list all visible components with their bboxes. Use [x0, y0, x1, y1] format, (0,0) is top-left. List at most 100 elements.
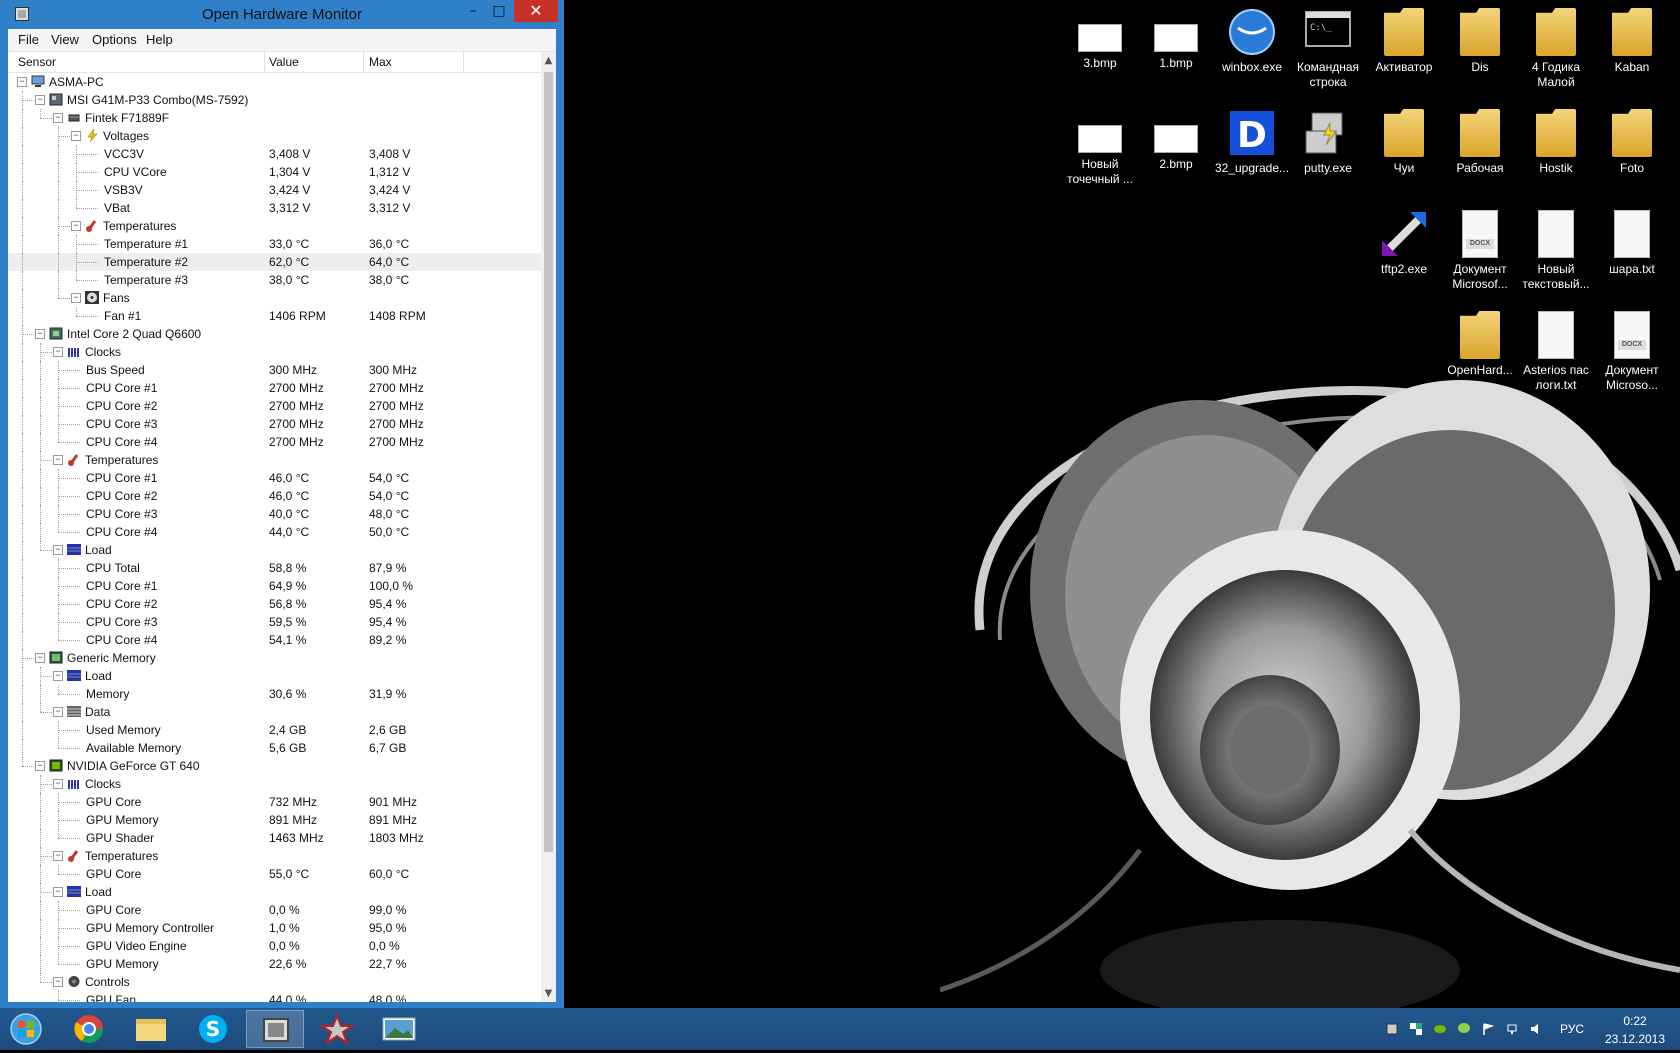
tree-node[interactable]: − Temperatures — [8, 451, 541, 469]
close-button[interactable]: ✕ — [514, 0, 558, 22]
column-sensor[interactable]: Sensor — [18, 55, 56, 69]
collapse-toggle-icon[interactable]: − — [53, 851, 63, 861]
column-value[interactable]: Value — [269, 55, 299, 69]
column-divider[interactable] — [463, 52, 464, 72]
sensor-row[interactable]: CPU Core #2 46,0 °C 54,0 °C — [8, 487, 541, 505]
sensor-row[interactable]: GPU Memory Controller 1,0 % 95,0 % — [8, 919, 541, 937]
volume-tray-icon[interactable] — [1530, 1023, 1542, 1035]
sensor-row[interactable]: Fan #1 1406 RPM 1408 RPM — [8, 307, 541, 325]
sensor-row[interactable]: CPU Core #1 46,0 °C 54,0 °C — [8, 469, 541, 487]
desktop-icon[interactable]: DOCX Документ Microsof... — [1442, 210, 1518, 292]
sensor-row[interactable]: Used Memory 2,4 GB 2,6 GB — [8, 721, 541, 739]
sensor-row[interactable]: GPU Video Engine 0,0 % 0,0 % — [8, 937, 541, 955]
collapse-toggle-icon[interactable]: − — [35, 653, 45, 663]
tree-node[interactable]: − Generic Memory — [8, 649, 541, 667]
desktop-icon[interactable]: Foto — [1594, 109, 1670, 176]
sensor-row[interactable]: Available Memory 5,6 GB 6,7 GB — [8, 739, 541, 757]
title-bar[interactable]: Open Hardware Monitor – □ ✕ — [0, 0, 564, 28]
collapse-toggle-icon[interactable]: − — [35, 329, 45, 339]
collapse-toggle-icon[interactable]: − — [53, 113, 63, 123]
sensor-row[interactable]: GPU Shader 1463 MHz 1803 MHz — [8, 829, 541, 847]
desktop-icon[interactable]: OpenHard... — [1442, 311, 1518, 378]
action-center-flag-icon[interactable] — [1482, 1023, 1494, 1035]
desktop-icon[interactable]: Чуи — [1366, 109, 1442, 176]
tree-node[interactable]: − MSI G41M-P33 Combo(MS-7592) — [8, 91, 541, 109]
collapse-toggle-icon[interactable]: − — [53, 707, 63, 717]
sensor-row[interactable]: GPU Memory 891 MHz 891 MHz — [8, 811, 541, 829]
sensor-row[interactable]: Temperature #1 33,0 °C 36,0 °C — [8, 235, 541, 253]
collapse-toggle-icon[interactable]: − — [53, 887, 63, 897]
desktop-icon[interactable]: D 32_upgrade... — [1214, 109, 1290, 176]
vertical-scrollbar[interactable]: ▲ ▼ — [541, 52, 556, 1002]
sensor-row[interactable]: Temperature #2 62,0 °C 64,0 °C — [8, 253, 541, 271]
collapse-toggle-icon[interactable]: − — [53, 977, 63, 987]
tree-node[interactable]: − Load — [8, 667, 541, 685]
desktop-icon[interactable]: 2.bmp — [1138, 109, 1214, 172]
collapse-toggle-icon[interactable]: − — [53, 779, 63, 789]
desktop-icon[interactable]: Dis — [1442, 8, 1518, 75]
clock-date[interactable]: 23.12.2013 — [1595, 1032, 1675, 1046]
tree-node[interactable]: − Temperatures — [8, 217, 541, 235]
sensor-row[interactable]: CPU Core #3 2700 MHz 2700 MHz — [8, 415, 541, 433]
chrome-taskbar-button[interactable] — [60, 1010, 118, 1048]
tree-node[interactable]: − Fans — [8, 289, 541, 307]
scroll-down-arrow-icon[interactable]: ▼ — [541, 985, 556, 1002]
sensor-row[interactable]: CPU Core #4 44,0 °C 50,0 °C — [8, 523, 541, 541]
tree-node[interactable]: − Fintek F71889F — [8, 109, 541, 127]
chat-tray-icon[interactable] — [1458, 1023, 1470, 1035]
collapse-toggle-icon[interactable]: − — [53, 455, 63, 465]
maximize-button[interactable]: □ — [486, 0, 512, 22]
nvidia-tray-icon[interactable] — [1434, 1023, 1446, 1035]
sensor-row[interactable]: GPU Memory 22,6 % 22,7 % — [8, 955, 541, 973]
tree-node[interactable]: − Controls — [8, 973, 541, 991]
column-max[interactable]: Max — [369, 55, 392, 69]
desktop-icon[interactable]: Рабочая — [1442, 109, 1518, 176]
tree-node[interactable]: − Data — [8, 703, 541, 721]
sensor-row[interactable]: VSB3V 3,424 V 3,424 V — [8, 181, 541, 199]
sensor-row[interactable]: CPU Core #2 2700 MHz 2700 MHz — [8, 397, 541, 415]
sensor-row[interactable]: CPU Core #3 40,0 °C 48,0 °C — [8, 505, 541, 523]
sensor-row[interactable]: CPU Total 58,8 % 87,9 % — [8, 559, 541, 577]
sensor-row[interactable]: CPU Core #4 54,1 % 89,2 % — [8, 631, 541, 649]
photos-taskbar-button[interactable] — [370, 1010, 428, 1048]
sensor-row[interactable]: Memory 30,6 % 31,9 % — [8, 685, 541, 703]
menu-options[interactable]: Options — [92, 32, 137, 47]
tree-node[interactable]: − Clocks — [8, 775, 541, 793]
sensor-row[interactable]: CPU Core #1 64,9 % 100,0 % — [8, 577, 541, 595]
network-tray-icon[interactable] — [1410, 1023, 1422, 1035]
collapse-toggle-icon[interactable]: − — [71, 131, 81, 141]
tree-node[interactable]: − ASMA-PC — [8, 73, 541, 91]
ohm-taskbar-button[interactable] — [246, 1010, 304, 1048]
clock-time[interactable]: 0:22 — [1600, 1014, 1670, 1028]
sensor-row[interactable]: CPU Core #1 2700 MHz 2700 MHz — [8, 379, 541, 397]
collapse-toggle-icon[interactable]: − — [53, 347, 63, 357]
start-button[interactable] — [0, 1010, 50, 1048]
sensor-row[interactable]: CPU Core #2 56,8 % 95,4 % — [8, 595, 541, 613]
desktop-icon[interactable]: winbox.exe — [1214, 8, 1290, 75]
desktop-icon[interactable]: tftp2.exe — [1366, 210, 1442, 277]
menu-view[interactable]: View — [51, 32, 79, 47]
tree-node[interactable]: − Intel Core 2 Quad Q6600 — [8, 325, 541, 343]
sensor-row[interactable]: Bus Speed 300 MHz 300 MHz — [8, 361, 541, 379]
desktop-icon[interactable]: Новый текстовый... — [1518, 210, 1594, 292]
collapse-toggle-icon[interactable]: − — [53, 671, 63, 681]
desktop-icon[interactable]: putty.exe — [1290, 109, 1366, 176]
collapse-toggle-icon[interactable]: − — [35, 761, 45, 771]
scroll-up-arrow-icon[interactable]: ▲ — [541, 52, 556, 69]
sensor-row[interactable]: CPU VCore 1,304 V 1,312 V — [8, 163, 541, 181]
sensor-row[interactable]: GPU Core 732 MHz 901 MHz — [8, 793, 541, 811]
desktop-icon[interactable]: 4 Годика Малой — [1518, 8, 1594, 90]
desktop-icon[interactable]: 1.bmp — [1138, 8, 1214, 71]
desktop-icon[interactable]: DOCX Документ Microso... — [1594, 311, 1670, 393]
sensor-row[interactable]: VBat 3,312 V 3,312 V — [8, 199, 541, 217]
sensor-row[interactable]: CPU Core #4 2700 MHz 2700 MHz — [8, 433, 541, 451]
skype-taskbar-button[interactable]: S — [184, 1010, 242, 1048]
game-taskbar-button[interactable] — [308, 1010, 366, 1048]
desktop-icon[interactable]: шара.txt — [1594, 210, 1670, 277]
sensor-row[interactable]: GPU Core 55,0 °C 60,0 °C — [8, 865, 541, 883]
sensor-row[interactable]: CPU Core #3 59,5 % 95,4 % — [8, 613, 541, 631]
column-divider[interactable] — [363, 52, 364, 72]
collapse-toggle-icon[interactable]: − — [35, 95, 45, 105]
wifi-tray-icon[interactable] — [1506, 1023, 1518, 1035]
sensor-row[interactable]: GPU Fan 44,0 % 48,0 % — [8, 991, 541, 1002]
